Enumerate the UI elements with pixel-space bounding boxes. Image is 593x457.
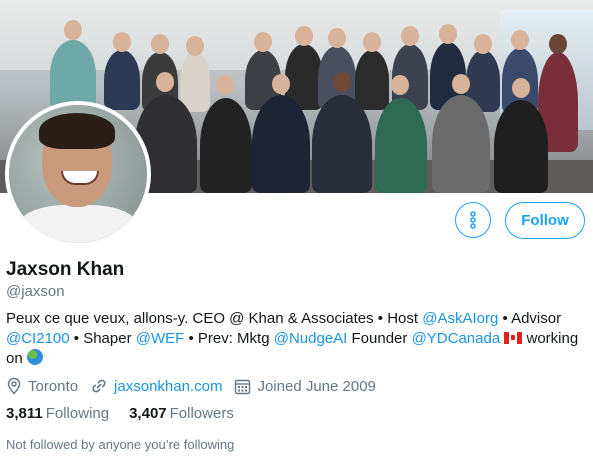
banner-person-head (64, 20, 82, 40)
follow-button[interactable]: Follow (505, 202, 585, 239)
banner-person-head (254, 32, 272, 52)
calendar-icon (235, 379, 251, 394)
followers-stat[interactable]: 3,407 Followers (129, 405, 234, 422)
mention-nudgeai-link[interactable]: @NudgeAI (274, 330, 348, 347)
mention-ci2100-link[interactable]: @CI2100 (6, 330, 70, 347)
location-pin-icon (7, 377, 21, 395)
more-vertical-icon (470, 211, 476, 229)
mention-askai-link[interactable]: @AskAIorg (422, 310, 498, 327)
banner-person (355, 50, 389, 110)
banner-person (375, 98, 427, 193)
banner-person-head (151, 34, 169, 54)
profile-avatar[interactable] (5, 101, 151, 247)
banner-person (200, 98, 252, 193)
profile-meta: Toronto jaxsonkhan.com Joined June 2009 (6, 376, 388, 396)
website-link[interactable]: jaxsonkhan.com (114, 378, 222, 395)
followers-count: 3,407 (129, 405, 167, 422)
banner-person-head (156, 72, 174, 92)
profile-stats: 3,811 Following 3,407 Followers (6, 405, 254, 422)
profile-handle: @jaxson (6, 283, 65, 300)
banner-person-head (186, 36, 204, 56)
banner-person-head (272, 74, 290, 94)
following-count: 3,811 (6, 405, 43, 422)
location-text: Toronto (28, 377, 79, 395)
banner-person (252, 95, 310, 193)
bio-text: Founder (347, 330, 412, 347)
bio-text: • Shaper (69, 330, 136, 347)
banner-person-head (113, 32, 131, 52)
banner-person-head (401, 26, 419, 46)
avatar-hair (39, 113, 115, 149)
bio-text: • Advisor (498, 310, 562, 327)
banner-person (312, 95, 372, 193)
banner-person-head (452, 74, 470, 94)
banner-person-head (363, 32, 381, 52)
banner-person-head (391, 75, 409, 95)
profile-bio: Peux ce que veux, allons-y. CEO @ Khan &… (6, 309, 586, 369)
mention-ydcanada-link[interactable]: @YDCanada (412, 330, 501, 347)
globe-icon (26, 349, 43, 365)
banner-person (494, 100, 548, 193)
joined-item: Joined June 2009 (234, 377, 376, 395)
following-label: Following (45, 405, 110, 422)
banner-person-head (333, 72, 351, 92)
joined-text: Joined June 2009 (257, 377, 376, 395)
link-icon (92, 379, 106, 393)
website-item[interactable]: jaxsonkhan.com (90, 377, 222, 395)
canada-flag-icon (504, 332, 523, 344)
banner-person-head (549, 34, 567, 54)
profile-name: Jaxson Khan (6, 259, 125, 280)
banner-person (104, 50, 140, 110)
banner-person-head (512, 78, 530, 98)
avatar-shirt (19, 205, 137, 243)
banner-person (180, 52, 210, 112)
banner-person-head (511, 30, 529, 50)
mention-wef-link[interactable]: @WEF (136, 330, 185, 347)
banner-person-head (474, 34, 492, 54)
banner-person-head (328, 28, 346, 48)
banner-person (432, 95, 490, 193)
following-stat[interactable]: 3,811 Following (6, 405, 109, 422)
followed-by-note: Not followed by anyone you’re following (6, 437, 235, 452)
banner-person-head (439, 24, 457, 44)
more-options-button[interactable] (455, 202, 491, 238)
location-item: Toronto (6, 377, 78, 395)
banner-person (50, 40, 96, 110)
followers-label: Followers (169, 405, 234, 422)
bio-text: Peux ce que veux, allons-y. CEO @ Khan &… (6, 310, 423, 327)
bio-text: • Prev: Mktg (184, 330, 274, 347)
banner-person-head (295, 26, 313, 46)
banner-person-head (216, 75, 234, 95)
